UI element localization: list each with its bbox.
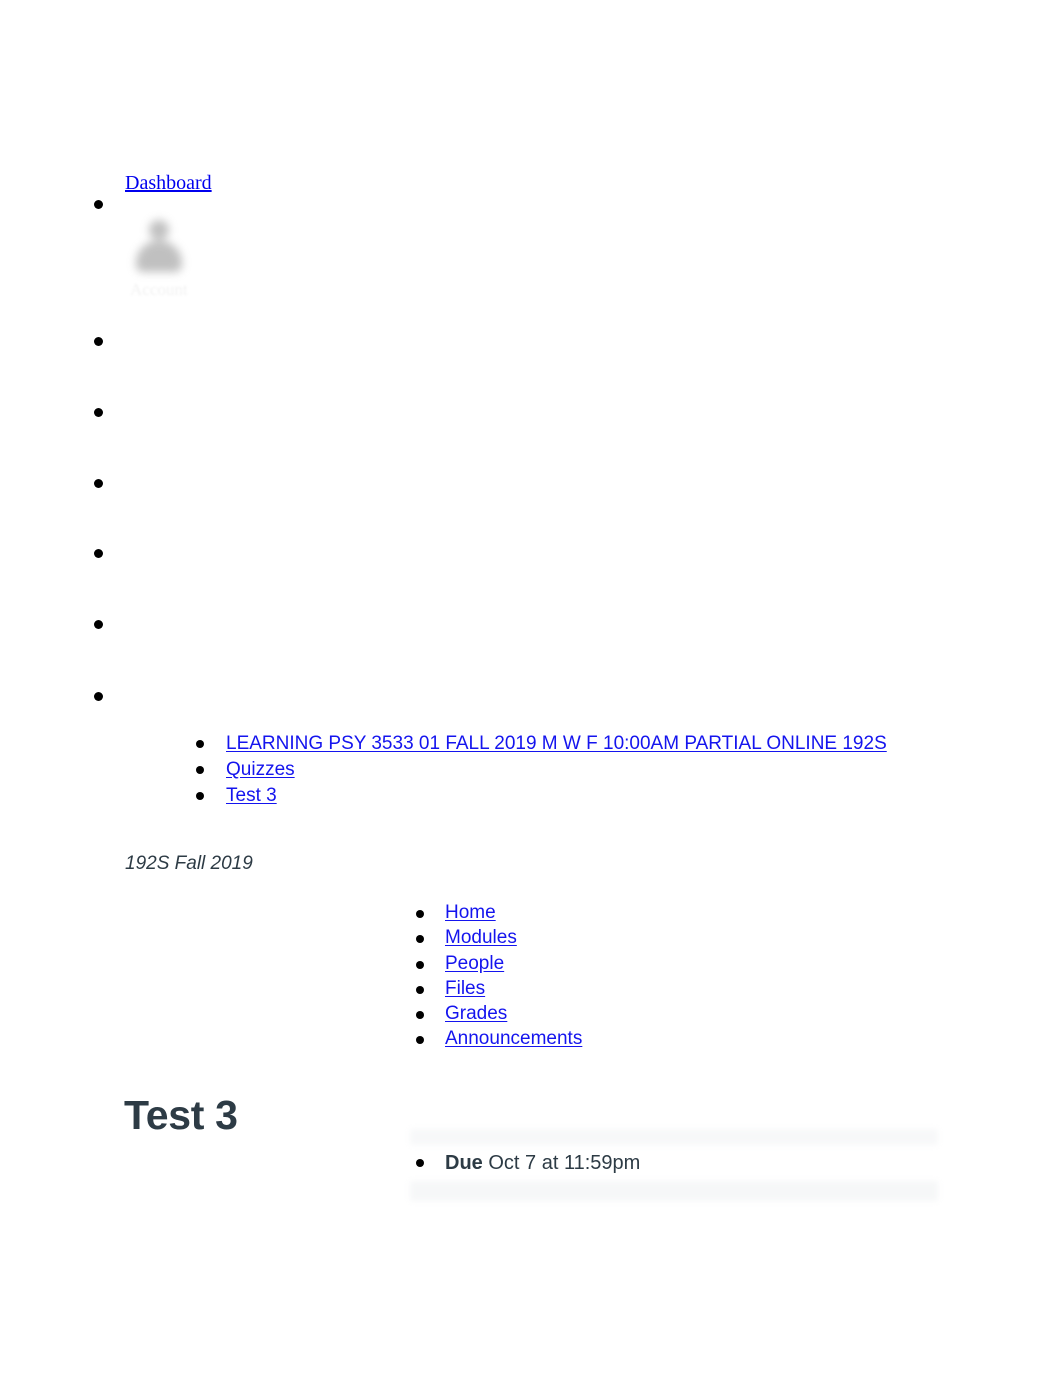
course-nav-item-home[interactable]: Home [410,901,830,926]
due-value: Oct 7 at 11:59pm [482,1152,641,1174]
avatar-body-shape [136,241,182,272]
account-label: Account [130,280,188,299]
breadcrumb-link-quizzes[interactable]: Quizzes [226,759,295,780]
breadcrumb: LEARNING PSY 3533 01 FALL 2019 M W F 10:… [190,731,980,809]
course-nav-item-modules[interactable]: Modules [410,926,830,951]
quiz-meta-band-bottom [410,1181,938,1201]
course-nav-item-people[interactable]: People [410,952,830,977]
breadcrumb-item-course[interactable]: LEARNING PSY 3533 01 FALL 2019 M W F 10:… [190,731,980,757]
breadcrumb-link-test3[interactable]: Test 3 [226,785,277,806]
global-nav-item-blank-2[interactable] [90,368,1050,439]
global-nav-item-blank-5[interactable] [90,580,1050,651]
course-nav-item-files[interactable]: Files [410,977,830,1002]
breadcrumb-item-test3[interactable]: Test 3 [190,783,980,809]
course-nav-item-announcements[interactable]: Announcements [410,1027,830,1052]
course-nav-link-home[interactable]: Home [445,902,496,923]
course-nav-item-grades[interactable]: Grades [410,1002,830,1027]
breadcrumb-link-course[interactable]: LEARNING PSY 3533 01 FALL 2019 M W F 10:… [226,733,887,754]
global-nav-item-dashboard[interactable] [90,160,1050,231]
quiz-meta-band-top [410,1129,938,1145]
course-nav-link-announcements[interactable]: Announcements [445,1028,582,1049]
course-nav-link-files[interactable]: Files [445,978,485,999]
breadcrumb-item-quizzes[interactable]: Quizzes [190,757,980,783]
global-nav-item-blank-3[interactable] [90,439,1050,510]
global-nav-item-blank-4[interactable] [90,509,1050,580]
course-nav-link-modules[interactable]: Modules [445,927,517,948]
due-label: Due [445,1152,483,1174]
course-term-label: 192S Fall 2019 [125,853,253,874]
avatar-head-shape [149,220,169,240]
page-title: Test 3 [124,1092,238,1139]
user-avatar-icon[interactable] [128,214,190,276]
course-nav-link-people[interactable]: People [445,953,504,974]
global-nav-item-blank-6[interactable] [90,652,1050,723]
global-nav-item-blank-1[interactable] [90,297,1050,368]
course-navigation: Home Modules People Files Grades Announc… [410,901,830,1053]
quiz-details-list: Due Oct 7 at 11:59pm [410,1150,970,1176]
quiz-due-row: Due Oct 7 at 11:59pm [410,1150,970,1176]
course-nav-link-grades[interactable]: Grades [445,1003,507,1024]
